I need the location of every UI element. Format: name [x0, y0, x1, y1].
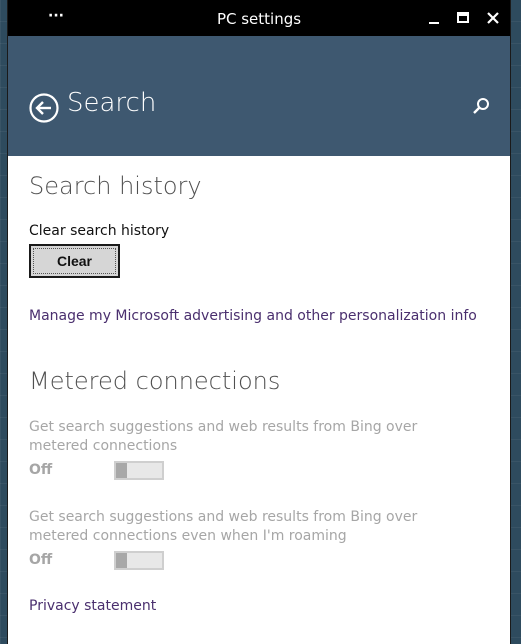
- toggle-state-label: Off: [29, 552, 53, 568]
- section-title-search-history: Search history: [29, 172, 202, 200]
- search-icon: [473, 98, 489, 114]
- back-arrow-icon: [29, 93, 59, 123]
- title-bar: ··· PC settings: [8, 0, 510, 36]
- metered-results-toggle[interactable]: [114, 461, 164, 480]
- page-header: Search: [8, 36, 510, 156]
- section-title-metered-connections: Metered connections: [29, 367, 281, 395]
- search-button[interactable]: [470, 96, 492, 118]
- setting-description: Get search suggestions and web results f…: [29, 509, 418, 544]
- settings-content: Search history Clear search history Clea…: [8, 156, 510, 644]
- back-button[interactable]: [28, 92, 60, 124]
- page-title: Search: [67, 88, 157, 118]
- clear-history-label: Clear search history: [29, 223, 170, 239]
- setting-description: Get search suggestions and web results f…: [29, 419, 418, 454]
- minimize-button[interactable]: [422, 6, 446, 30]
- maximize-button[interactable]: [451, 6, 475, 30]
- toggle-knob: [116, 463, 127, 478]
- toggle-knob: [116, 553, 127, 568]
- minimize-icon: [429, 22, 439, 24]
- toggle-state-label: Off: [29, 462, 53, 478]
- maximize-icon: [457, 12, 469, 23]
- close-icon: [487, 12, 499, 24]
- privacy-statement-link[interactable]: Privacy statement: [29, 598, 156, 614]
- close-button[interactable]: [481, 6, 505, 30]
- manage-advertising-link[interactable]: Manage my Microsoft advertising and othe…: [29, 308, 477, 324]
- roaming-results-toggle[interactable]: [114, 551, 164, 570]
- clear-button[interactable]: Clear: [29, 244, 120, 278]
- pc-settings-window: ··· PC settings Search Search history Cl…: [8, 0, 510, 644]
- focus-rect: [33, 248, 116, 274]
